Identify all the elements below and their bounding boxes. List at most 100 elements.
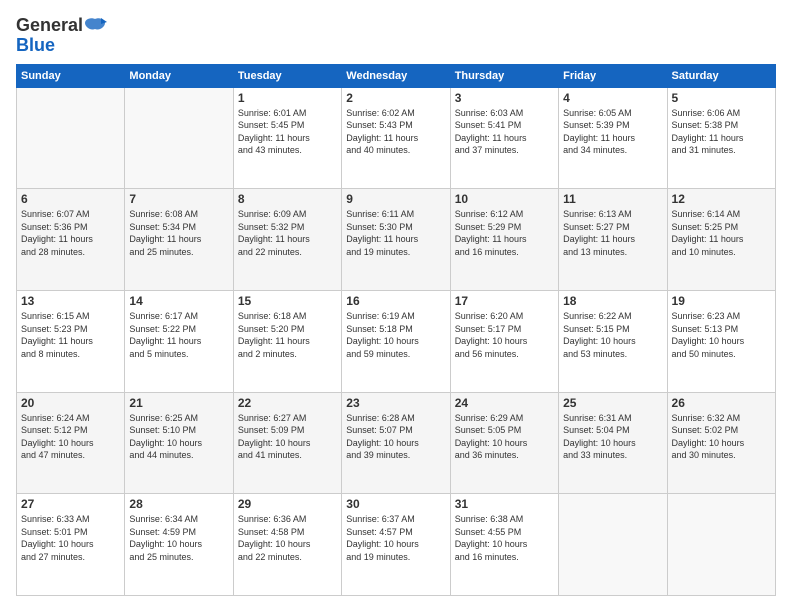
calendar-cell: 3 Sunrise: 6:03 AM Sunset: 5:41 PM Daylig… <box>450 87 558 189</box>
day-number: 13 <box>21 294 120 308</box>
calendar-cell: 31 Sunrise: 6:38 AM Sunset: 4:55 PM Dayli… <box>450 494 558 596</box>
calendar-cell: 26 Sunrise: 6:32 AM Sunset: 5:02 PM Dayli… <box>667 392 775 494</box>
day-number: 9 <box>346 192 445 206</box>
calendar-cell: 6Sunrise: 6:07 AM Sunset: 5:36 PM Daylig… <box>17 189 125 291</box>
day-number: 22 <box>238 396 337 410</box>
calendar-cell: 30Sunrise: 6:37 AM Sunset: 4:57 PM Dayli… <box>342 494 450 596</box>
logo: General Blue <box>16 16 107 56</box>
calendar-cell: 27 Sunrise: 6:33 AM Sunset: 5:01 PM Dayli… <box>17 494 125 596</box>
calendar-cell: 12 Sunrise: 6:14 AM Sunset: 5:25 PM Dayli… <box>667 189 775 291</box>
day-info: Sunrise: 6:27 AM Sunset: 5:09 PM Dayligh… <box>238 412 337 462</box>
header: General Blue <box>16 16 776 56</box>
day-info: Sunrise: 6:14 AM Sunset: 5:25 PM Dayligh… <box>672 208 771 258</box>
week-row-4: 20Sunrise: 6:24 AM Sunset: 5:12 PM Dayli… <box>17 392 776 494</box>
logo-container: General Blue <box>16 16 107 56</box>
day-info: Sunrise: 6:32 AM Sunset: 5:02 PM Dayligh… <box>672 412 771 462</box>
day-number: 6 <box>21 192 120 206</box>
day-number: 15 <box>238 294 337 308</box>
day-number: 2 <box>346 91 445 105</box>
week-row-2: 6Sunrise: 6:07 AM Sunset: 5:36 PM Daylig… <box>17 189 776 291</box>
day-info: Sunrise: 6:08 AM Sunset: 5:34 PM Dayligh… <box>129 208 228 258</box>
day-number: 29 <box>238 497 337 511</box>
logo-general: General <box>16 16 83 36</box>
week-row-1: 1 Sunrise: 6:01 AM Sunset: 5:45 PM Daylig… <box>17 87 776 189</box>
calendar-cell: 14 Sunrise: 6:17 AM Sunset: 5:22 PM Dayli… <box>125 290 233 392</box>
weekday-header-saturday: Saturday <box>667 64 775 87</box>
day-info: Sunrise: 6:05 AM Sunset: 5:39 PM Dayligh… <box>563 107 662 157</box>
day-number: 12 <box>672 192 771 206</box>
calendar-cell: 4Sunrise: 6:05 AM Sunset: 5:39 PM Daylig… <box>559 87 667 189</box>
day-number: 1 <box>238 91 337 105</box>
calendar-cell: 21Sunrise: 6:25 AM Sunset: 5:10 PM Dayli… <box>125 392 233 494</box>
calendar-cell: 11 Sunrise: 6:13 AM Sunset: 5:27 PM Dayli… <box>559 189 667 291</box>
day-number: 20 <box>21 396 120 410</box>
day-info: Sunrise: 6:17 AM Sunset: 5:22 PM Dayligh… <box>129 310 228 360</box>
day-info: Sunrise: 6:28 AM Sunset: 5:07 PM Dayligh… <box>346 412 445 462</box>
weekday-header-wednesday: Wednesday <box>342 64 450 87</box>
calendar-cell: 13 Sunrise: 6:15 AM Sunset: 5:23 PM Dayli… <box>17 290 125 392</box>
day-info: Sunrise: 6:18 AM Sunset: 5:20 PM Dayligh… <box>238 310 337 360</box>
day-number: 5 <box>672 91 771 105</box>
calendar-cell: 28 Sunrise: 6:34 AM Sunset: 4:59 PM Dayli… <box>125 494 233 596</box>
day-info: Sunrise: 6:13 AM Sunset: 5:27 PM Dayligh… <box>563 208 662 258</box>
logo-bird-icon <box>85 17 107 35</box>
day-info: Sunrise: 6:06 AM Sunset: 5:38 PM Dayligh… <box>672 107 771 157</box>
day-number: 25 <box>563 396 662 410</box>
calendar-cell: 19 Sunrise: 6:23 AM Sunset: 5:13 PM Dayli… <box>667 290 775 392</box>
day-info: Sunrise: 6:23 AM Sunset: 5:13 PM Dayligh… <box>672 310 771 360</box>
day-number: 17 <box>455 294 554 308</box>
day-number: 24 <box>455 396 554 410</box>
day-number: 27 <box>21 497 120 511</box>
page: General Blue SundayMondayTuesdayWednesda… <box>0 0 792 612</box>
day-info: Sunrise: 6:20 AM Sunset: 5:17 PM Dayligh… <box>455 310 554 360</box>
calendar-cell: 22 Sunrise: 6:27 AM Sunset: 5:09 PM Dayli… <box>233 392 341 494</box>
day-number: 19 <box>672 294 771 308</box>
day-number: 14 <box>129 294 228 308</box>
day-info: Sunrise: 6:25 AM Sunset: 5:10 PM Dayligh… <box>129 412 228 462</box>
calendar-cell <box>559 494 667 596</box>
day-number: 31 <box>455 497 554 511</box>
week-row-3: 13 Sunrise: 6:15 AM Sunset: 5:23 PM Dayli… <box>17 290 776 392</box>
day-info: Sunrise: 6:11 AM Sunset: 5:30 PM Dayligh… <box>346 208 445 258</box>
week-row-5: 27 Sunrise: 6:33 AM Sunset: 5:01 PM Dayli… <box>17 494 776 596</box>
calendar-cell: 2 Sunrise: 6:02 AM Sunset: 5:43 PM Daylig… <box>342 87 450 189</box>
day-info: Sunrise: 6:37 AM Sunset: 4:57 PM Dayligh… <box>346 513 445 563</box>
day-number: 16 <box>346 294 445 308</box>
calendar-cell: 29 Sunrise: 6:36 AM Sunset: 4:58 PM Dayli… <box>233 494 341 596</box>
calendar-cell: 18Sunrise: 6:22 AM Sunset: 5:15 PM Dayli… <box>559 290 667 392</box>
calendar-cell: 5 Sunrise: 6:06 AM Sunset: 5:38 PM Daylig… <box>667 87 775 189</box>
calendar-cell <box>17 87 125 189</box>
day-info: Sunrise: 6:09 AM Sunset: 5:32 PM Dayligh… <box>238 208 337 258</box>
day-info: Sunrise: 6:34 AM Sunset: 4:59 PM Dayligh… <box>129 513 228 563</box>
day-info: Sunrise: 6:19 AM Sunset: 5:18 PM Dayligh… <box>346 310 445 360</box>
calendar-table: SundayMondayTuesdayWednesdayThursdayFrid… <box>16 64 776 596</box>
calendar-cell: 23 Sunrise: 6:28 AM Sunset: 5:07 PM Dayli… <box>342 392 450 494</box>
day-info: Sunrise: 6:03 AM Sunset: 5:41 PM Dayligh… <box>455 107 554 157</box>
calendar-cell <box>125 87 233 189</box>
calendar-cell: 25Sunrise: 6:31 AM Sunset: 5:04 PM Dayli… <box>559 392 667 494</box>
day-info: Sunrise: 6:36 AM Sunset: 4:58 PM Dayligh… <box>238 513 337 563</box>
weekday-header-sunday: Sunday <box>17 64 125 87</box>
weekday-header-row: SundayMondayTuesdayWednesdayThursdayFrid… <box>17 64 776 87</box>
day-info: Sunrise: 6:12 AM Sunset: 5:29 PM Dayligh… <box>455 208 554 258</box>
day-number: 7 <box>129 192 228 206</box>
day-number: 23 <box>346 396 445 410</box>
calendar-cell: 15 Sunrise: 6:18 AM Sunset: 5:20 PM Dayli… <box>233 290 341 392</box>
day-number: 28 <box>129 497 228 511</box>
weekday-header-thursday: Thursday <box>450 64 558 87</box>
day-info: Sunrise: 6:38 AM Sunset: 4:55 PM Dayligh… <box>455 513 554 563</box>
calendar-cell: 16 Sunrise: 6:19 AM Sunset: 5:18 PM Dayli… <box>342 290 450 392</box>
day-info: Sunrise: 6:02 AM Sunset: 5:43 PM Dayligh… <box>346 107 445 157</box>
logo-blue: Blue <box>16 36 107 56</box>
day-number: 3 <box>455 91 554 105</box>
day-info: Sunrise: 6:33 AM Sunset: 5:01 PM Dayligh… <box>21 513 120 563</box>
day-number: 10 <box>455 192 554 206</box>
day-number: 11 <box>563 192 662 206</box>
day-number: 26 <box>672 396 771 410</box>
day-number: 18 <box>563 294 662 308</box>
calendar-cell: 8Sunrise: 6:09 AM Sunset: 5:32 PM Daylig… <box>233 189 341 291</box>
weekday-header-monday: Monday <box>125 64 233 87</box>
calendar-cell: 24Sunrise: 6:29 AM Sunset: 5:05 PM Dayli… <box>450 392 558 494</box>
day-info: Sunrise: 6:01 AM Sunset: 5:45 PM Dayligh… <box>238 107 337 157</box>
day-info: Sunrise: 6:15 AM Sunset: 5:23 PM Dayligh… <box>21 310 120 360</box>
